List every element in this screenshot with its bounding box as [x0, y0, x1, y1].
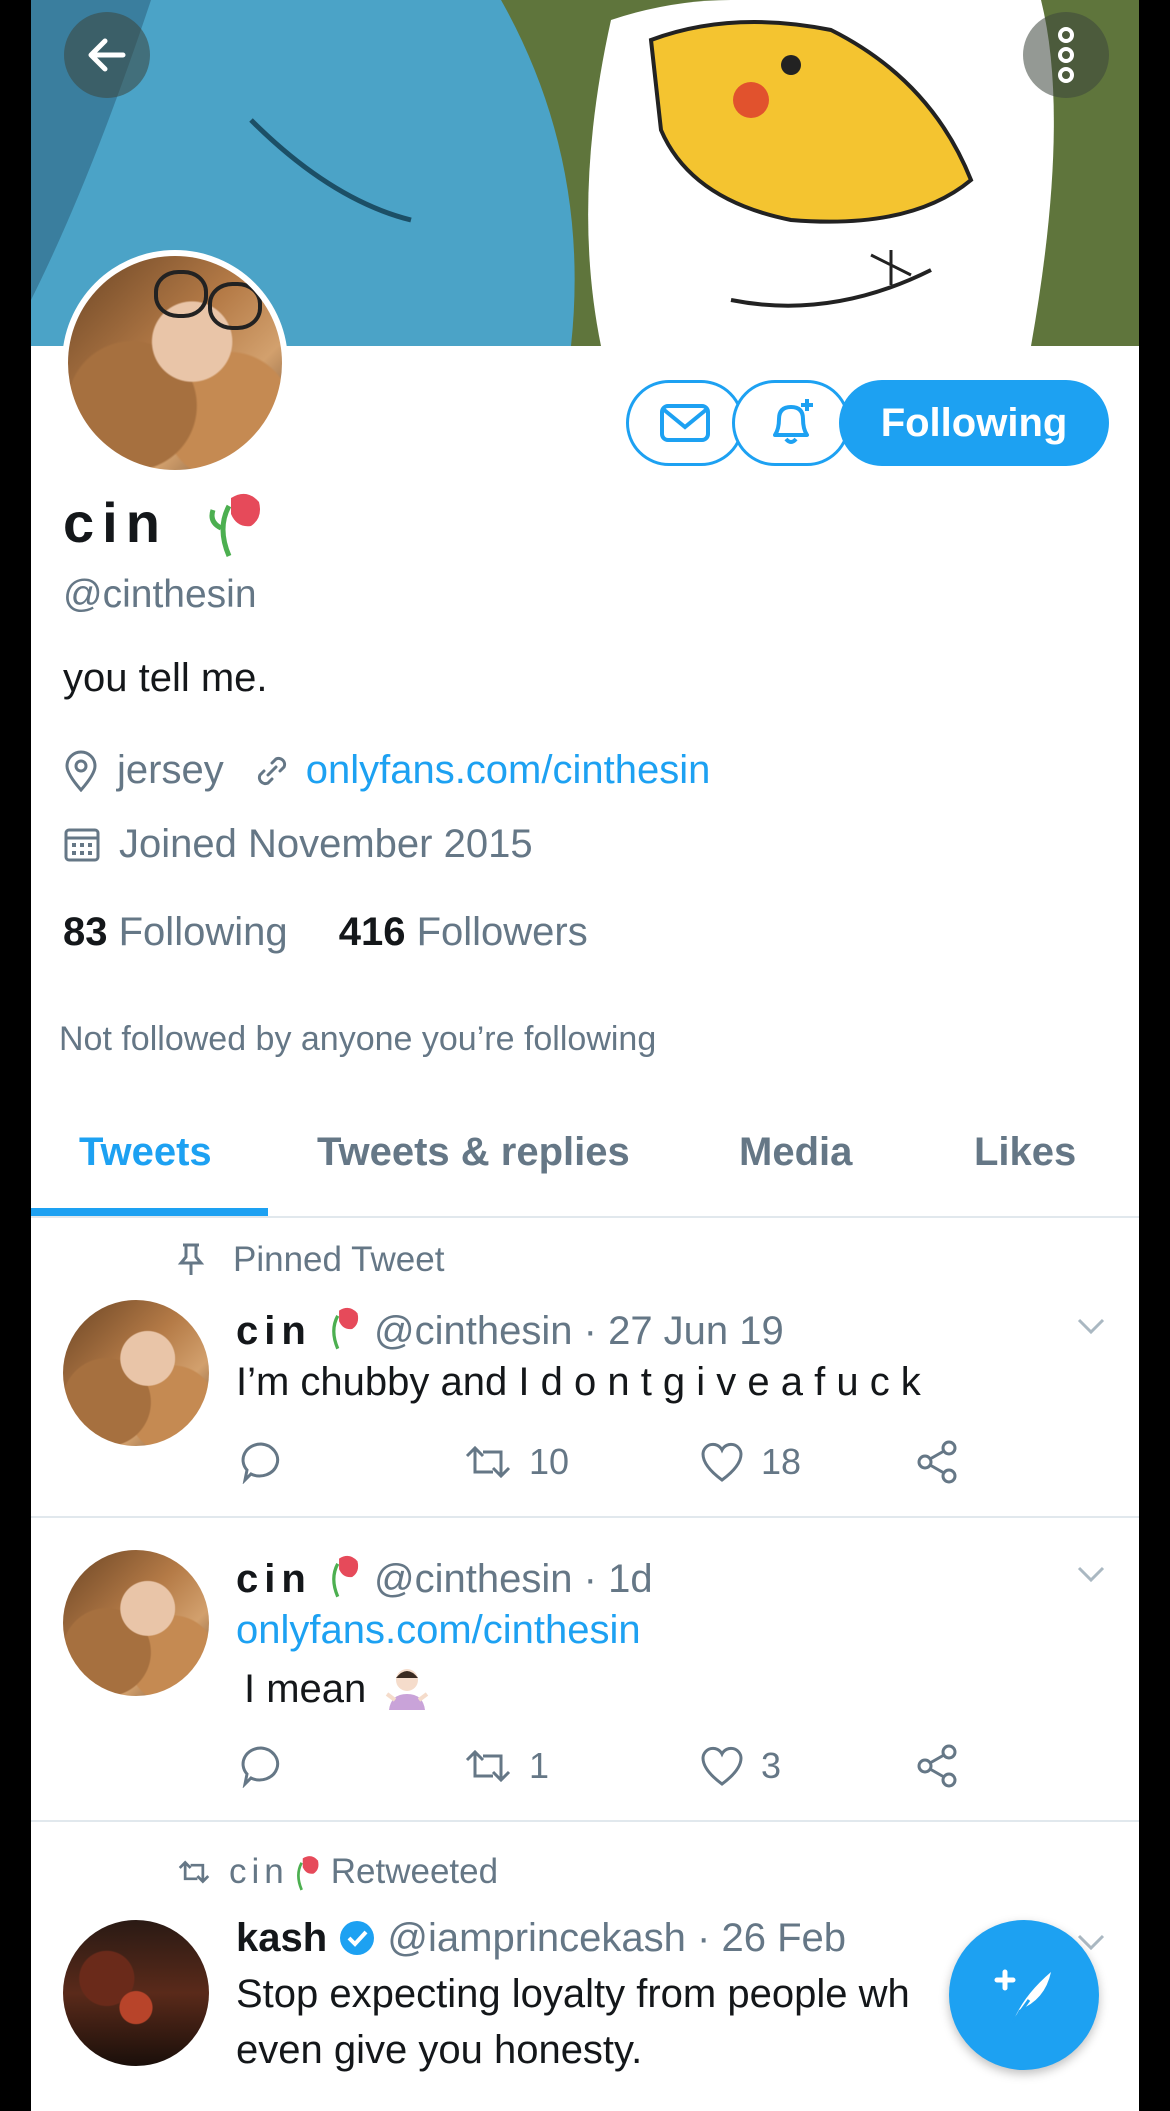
- reply-button[interactable]: [239, 1744, 283, 1788]
- profile-location: jersey: [117, 748, 224, 792]
- profile-stats: 83 Following 416 Followers: [63, 910, 588, 955]
- following-stat[interactable]: 83 Following: [63, 910, 288, 954]
- retweet-button[interactable]: 10: [463, 1440, 569, 1484]
- retweet-count: 10: [529, 1441, 570, 1482]
- profile-avatar[interactable]: [62, 250, 288, 476]
- tweet-avatar[interactable]: [63, 1920, 209, 2066]
- retweeted-label: Retweeted: [330, 1852, 499, 1891]
- tweet-divider: [31, 1820, 1139, 1822]
- more-menu-button[interactable]: [1023, 12, 1109, 98]
- pinned-context: Pinned Tweet: [177, 1240, 444, 1280]
- tab-tweets[interactable]: Tweets: [79, 1130, 212, 1175]
- profile-page: Following cin @cinthesin you tell me. je…: [31, 0, 1139, 2111]
- tweet-author-name[interactable]: cin: [236, 1557, 312, 1601]
- retweet-icon: [465, 1445, 511, 1479]
- share-icon: [917, 1440, 957, 1484]
- share-icon: [917, 1744, 957, 1788]
- tweet-header: kash @iamprincekash · 26 Feb: [236, 1916, 846, 1961]
- tweet-meta: @cinthesin · 1d: [374, 1557, 653, 1601]
- pin-icon: [177, 1243, 205, 1275]
- tweet-meta: @iamprincekash · 26 Feb: [387, 1916, 846, 1960]
- arrow-left-icon: [88, 38, 126, 72]
- profile-meta-location: jersey onlyfans.com/cinthesin: [63, 748, 710, 793]
- more-vertical-icon: [1058, 27, 1074, 83]
- tweet-text-line: I mean: [244, 1664, 431, 1712]
- following-button[interactable]: Following: [839, 380, 1109, 466]
- verified-badge-icon: [340, 1921, 375, 1955]
- bell-plus-icon: [773, 399, 813, 444]
- retweet-context: cin Retweeted: [177, 1852, 498, 1892]
- tweet-avatar[interactable]: [63, 1300, 209, 1446]
- tweet-text: I’m chubby and I d o n t g i v e a f u c…: [236, 1360, 921, 1404]
- followers-label: Followers: [416, 910, 588, 954]
- link-icon: [257, 756, 286, 785]
- profile-meta-joined: Joined November 2015: [63, 822, 533, 867]
- profile-bio: you tell me.: [63, 656, 268, 700]
- followers-stat[interactable]: 416 Followers: [339, 910, 588, 954]
- reply-button[interactable]: [239, 1440, 283, 1484]
- profile-joined-date: Joined November 2015: [119, 822, 533, 866]
- wilted-flower-icon: [209, 493, 260, 557]
- tweet-text-line-2: even give you honesty.: [236, 2028, 643, 2072]
- reply-icon: [241, 1746, 280, 1788]
- location-pin-icon: [65, 750, 97, 792]
- profile-tabs: Tweets Tweets & replies Media Likes: [31, 1120, 1139, 1218]
- tweet-link[interactable]: onlyfans.com/cinthesin: [236, 1608, 641, 1653]
- tweet-header: cin @cinthesin · 27 Jun 19: [236, 1304, 784, 1354]
- like-button[interactable]: 3: [699, 1744, 781, 1788]
- retweet-icon: [465, 1749, 511, 1783]
- mail-icon: [660, 404, 710, 442]
- tweet-divider: [31, 1516, 1139, 1518]
- share-button[interactable]: [915, 1744, 959, 1788]
- tab-likes[interactable]: Likes: [974, 1130, 1076, 1175]
- wilted-flower-icon: [296, 1856, 319, 1891]
- reply-icon: [241, 1442, 280, 1484]
- profile-website-link[interactable]: onlyfans.com/cinthesin: [306, 748, 711, 793]
- like-count: 18: [761, 1441, 802, 1482]
- followers-count: 416: [338, 910, 406, 954]
- following-count: 83: [63, 910, 108, 954]
- wilted-flower-icon: [332, 1555, 359, 1598]
- calendar-icon: [64, 828, 100, 861]
- back-button[interactable]: [64, 12, 150, 98]
- heart-icon: [701, 1746, 743, 1786]
- compose-tweet-button[interactable]: [949, 1920, 1099, 2070]
- compose-feather-icon: [994, 1969, 1051, 2023]
- message-button[interactable]: [626, 380, 744, 466]
- active-tab-indicator: [31, 1208, 268, 1216]
- tweet-avatar[interactable]: [63, 1550, 209, 1696]
- tweet-meta: @cinthesin · 27 Jun 19: [374, 1309, 784, 1353]
- retweet-button[interactable]: 1: [463, 1744, 549, 1788]
- retweet-icon: [178, 1860, 210, 1884]
- tweet-author-name[interactable]: kash: [236, 1916, 327, 1960]
- heart-icon: [701, 1442, 743, 1482]
- retweeter-name[interactable]: cin: [229, 1852, 289, 1892]
- tweet-author-name[interactable]: cin: [236, 1309, 312, 1353]
- notifications-button[interactable]: [732, 380, 850, 466]
- wilted-flower-icon: [332, 1307, 359, 1350]
- tweet-text: I mean: [244, 1667, 367, 1711]
- like-button[interactable]: 18: [699, 1440, 801, 1484]
- profile-handle: @cinthesin: [63, 573, 257, 616]
- share-button[interactable]: [915, 1440, 959, 1484]
- tweet-header: cin @cinthesin · 1d: [236, 1552, 653, 1602]
- retweet-count: 1: [529, 1745, 550, 1786]
- chevron-down-icon[interactable]: [1073, 1562, 1109, 1586]
- tab-tweets-replies[interactable]: Tweets & replies: [317, 1130, 630, 1175]
- tweet-text-line-1: Stop expecting loyalty from people wh: [236, 1972, 910, 2016]
- profile-name: cin: [63, 491, 168, 554]
- chevron-down-icon[interactable]: [1073, 1314, 1109, 1338]
- following-label: Following: [118, 910, 288, 954]
- not-followed-notice: Not followed by anyone you’re following: [59, 1020, 657, 1058]
- tab-media[interactable]: Media: [739, 1130, 852, 1175]
- pinned-label: Pinned Tweet: [233, 1240, 445, 1279]
- person-shrugging-icon: [386, 1669, 429, 1710]
- like-count: 3: [761, 1745, 782, 1786]
